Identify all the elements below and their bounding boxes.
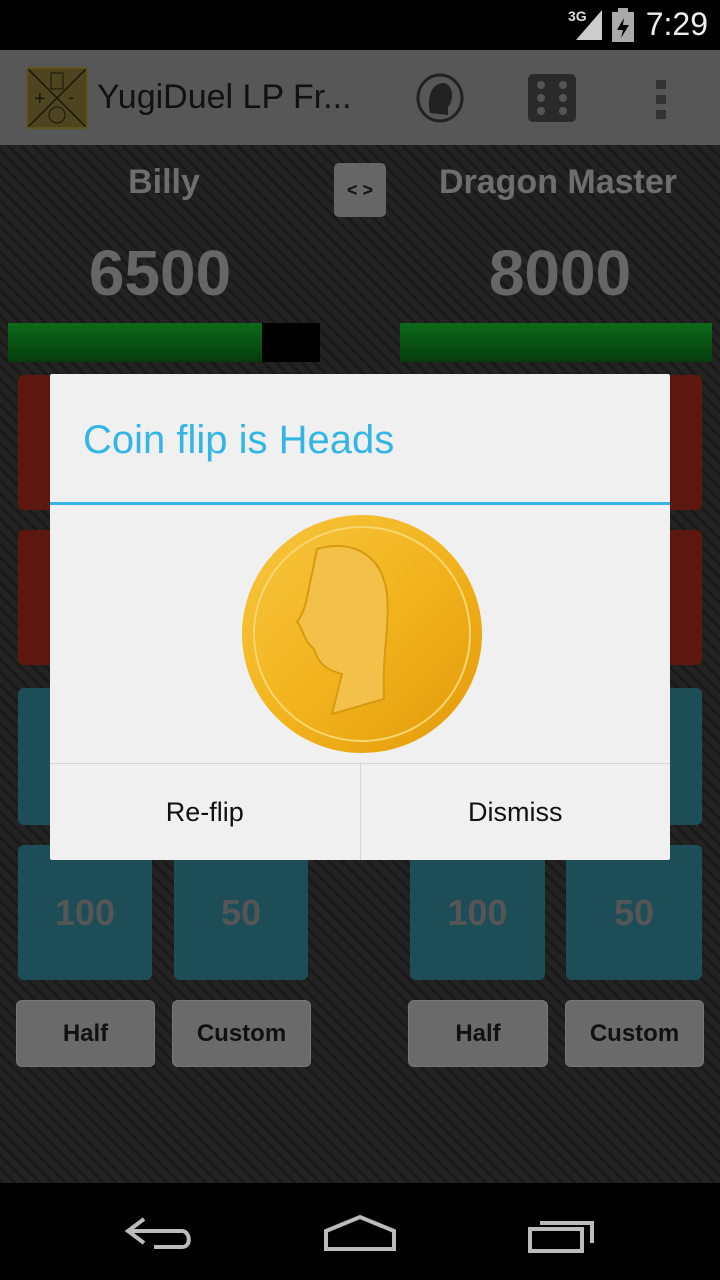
player1-name[interactable]: Billy [4,163,324,202]
player2-life-points: 8000 [488,237,632,309]
navigation-bar [0,1183,720,1280]
player2-custom-button[interactable]: Custom [565,1000,704,1067]
signal-icon [576,10,602,40]
player1-half-button[interactable]: Half [16,1000,155,1067]
swap-players-button[interactable]: < > [334,163,386,217]
svg-text:-: - [68,87,74,107]
player1-add-100-button[interactable]: 100 [18,845,152,980]
battery-icon [612,8,634,42]
player1-lp-bar [8,323,320,362]
dialog-buttons: Re-flip Dismiss [50,763,670,860]
player1-custom-button[interactable]: Custom [172,1000,311,1067]
profile-head-icon[interactable] [416,73,464,123]
back-icon[interactable] [124,1213,196,1253]
coin-flip-dialog: Coin flip is Heads Re-flip Dismiss [50,374,670,860]
title-divider [50,502,670,505]
dialog-title: Coin flip is Heads [83,418,395,462]
player1-life-points: 6500 [88,237,232,309]
player2-lp-bar [400,323,712,362]
dismiss-button[interactable]: Dismiss [359,764,671,860]
app-title: YugiDuel LP Fr... [97,78,352,116]
action-bar: + - YugiDuel LP Fr... [0,50,720,145]
recent-apps-icon[interactable] [526,1215,598,1255]
player2-lp-fill [400,323,712,362]
player2-half-button[interactable]: Half [408,1000,548,1067]
player1-lp-fill [8,323,262,362]
home-icon[interactable] [322,1213,398,1253]
coin-heads-image [242,515,482,753]
overflow-menu-icon[interactable] [656,80,670,120]
player2-add-50-button[interactable]: 50 [566,845,702,980]
dice-icon[interactable] [528,74,576,122]
reflip-button[interactable]: Re-flip [50,764,360,860]
player1-add-50-button[interactable]: 50 [174,845,308,980]
status-bar: 3G 7:29 [0,0,720,50]
player2-name[interactable]: Dragon Master [398,163,718,202]
svg-text:+: + [34,88,46,110]
clock: 7:29 [645,6,708,42]
player2-add-100-button[interactable]: 100 [410,845,545,980]
app-logo[interactable]: + - [26,67,88,129]
